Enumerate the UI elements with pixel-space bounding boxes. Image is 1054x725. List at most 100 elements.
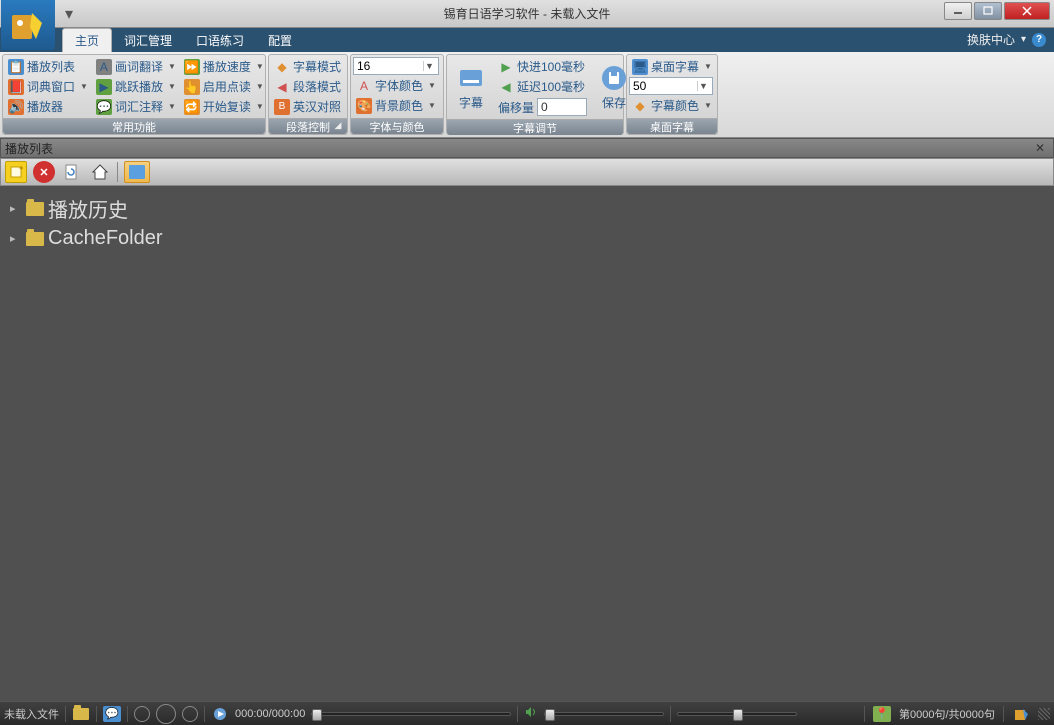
refresh-button[interactable] bbox=[61, 161, 83, 183]
label: 跳跃播放 bbox=[115, 78, 163, 95]
font-size-combo[interactable]: 16▼ bbox=[353, 57, 439, 75]
separator bbox=[864, 706, 865, 722]
play-icon[interactable] bbox=[156, 704, 176, 724]
btn-dictionary[interactable]: 📕词典窗口▼ bbox=[5, 77, 91, 96]
tab-vocabulary[interactable]: 词汇管理 bbox=[112, 29, 184, 52]
btn-delay-100ms[interactable]: ◀延迟100毫秒 bbox=[495, 77, 590, 96]
offset-input[interactable] bbox=[537, 98, 587, 116]
btn-font-color[interactable]: A字体颜色▼ bbox=[353, 76, 441, 95]
panel-close-icon[interactable]: ✕ bbox=[1035, 141, 1049, 155]
group-label-common: 常用功能 bbox=[3, 118, 265, 134]
btn-word-translate[interactable]: A画词翻译▼ bbox=[93, 57, 179, 76]
btn-playlist[interactable]: 📋播放列表 bbox=[5, 57, 91, 76]
expand-icon[interactable]: ▸ bbox=[10, 232, 22, 245]
expand-icon[interactable]: ▸ bbox=[10, 202, 22, 215]
tab-config[interactable]: 配置 bbox=[256, 29, 304, 52]
btn-desktop-subtitle[interactable]: 🖥桌面字幕▼ bbox=[629, 57, 715, 76]
btn-play-speed[interactable]: ⏩播放速度▼ bbox=[181, 57, 267, 76]
marker-status-icon[interactable]: 📍 bbox=[873, 706, 891, 722]
svg-text:✦: ✦ bbox=[18, 165, 23, 173]
chevron-down-icon: ▼ bbox=[697, 81, 709, 91]
panel-header: 播放列表 ✕ bbox=[0, 138, 1054, 158]
tab-home[interactable]: 主页 bbox=[62, 28, 112, 52]
label: 英汉对照 bbox=[293, 98, 341, 115]
app-logo bbox=[1, 0, 55, 50]
label: 延迟100毫秒 bbox=[517, 78, 585, 95]
folder-status-icon[interactable] bbox=[72, 706, 90, 722]
separator bbox=[1003, 706, 1004, 722]
volume-slider[interactable] bbox=[544, 712, 664, 716]
btn-player[interactable]: 🔊播放器 bbox=[5, 97, 91, 116]
minimize-button[interactable] bbox=[944, 2, 972, 20]
label: 字体颜色 bbox=[375, 77, 423, 94]
media-status-icon[interactable] bbox=[211, 706, 229, 722]
quick-access-toolbar: ▾ bbox=[60, 6, 78, 22]
offset-label: 偏移量 bbox=[498, 99, 534, 116]
help-icon[interactable]: ? bbox=[1032, 33, 1046, 47]
delete-button[interactable]: ✕ bbox=[33, 161, 55, 183]
resize-grip[interactable] bbox=[1038, 708, 1050, 720]
btn-playlist-label: 播放列表 bbox=[27, 58, 75, 75]
chevron-down-icon: ▼ bbox=[168, 62, 176, 71]
tree-item-history[interactable]: ▸ 播放历史 bbox=[10, 192, 1044, 225]
tree-item-cache[interactable]: ▸ CacheFolder bbox=[10, 225, 1044, 252]
btn-enable-click-read[interactable]: 👆启用点读▼ bbox=[181, 77, 267, 96]
label: 快进100毫秒 bbox=[517, 58, 585, 75]
panel-toolbar: ✦ ✕ bbox=[0, 158, 1054, 186]
app-mini-icon[interactable] bbox=[1012, 706, 1030, 722]
btn-subtitle[interactable]: 字幕 bbox=[449, 57, 493, 117]
btn-player-label: 播放器 bbox=[27, 98, 63, 115]
speed-slider[interactable] bbox=[677, 712, 797, 716]
label: 字幕 bbox=[459, 94, 483, 111]
new-item-button[interactable]: ✦ bbox=[5, 161, 27, 183]
btn-subtitle-mode[interactable]: ◆字幕模式 bbox=[271, 57, 344, 76]
ribbon-group-font-color: 16▼ A字体颜色▼ 🎨背景颜色▼ 字体与颜色 bbox=[350, 54, 444, 135]
skin-center-link[interactable]: 换肤中心 bbox=[967, 31, 1015, 48]
play-prev-icon[interactable] bbox=[134, 706, 150, 722]
window-controls bbox=[944, 2, 1050, 20]
qat-dropdown-icon[interactable]: ▾ bbox=[60, 6, 78, 22]
ribbon-group-paragraph: ◆字幕模式 ◀段落模式 B英汉对照 段落控制◢ bbox=[268, 54, 348, 135]
separator bbox=[127, 706, 128, 722]
title-bar: ▾ 锡育日语学习软件 - 未载入文件 bbox=[0, 0, 1054, 28]
folder-icon bbox=[26, 232, 44, 246]
home-button[interactable] bbox=[89, 161, 111, 183]
ribbon: 📋播放列表 📕词典窗口▼ 🔊播放器 A画词翻译▼ ▶跳跃播放▼ 💬词汇注释▼ ⏩… bbox=[0, 52, 1054, 138]
group-launcher-icon[interactable]: ◢ bbox=[332, 120, 344, 132]
btn-start-repeat[interactable]: 🔁开始复读▼ bbox=[181, 97, 267, 116]
chat-status-icon[interactable]: 💬 bbox=[103, 706, 121, 722]
chevron-down-icon: ▼ bbox=[168, 82, 176, 91]
tree-label: 播放历史 bbox=[48, 194, 128, 223]
close-button[interactable] bbox=[1004, 2, 1050, 20]
desktop-size-combo[interactable]: 50▼ bbox=[629, 77, 713, 95]
separator bbox=[670, 706, 671, 722]
label: 保存 bbox=[602, 94, 626, 111]
skin-dropdown-icon[interactable]: ▾ bbox=[1021, 34, 1026, 45]
btn-subtitle-color[interactable]: ◆字幕颜色▼ bbox=[629, 96, 715, 115]
btn-paragraph-mode[interactable]: ◀段落模式 bbox=[271, 77, 344, 96]
progress-slider[interactable] bbox=[311, 712, 511, 716]
play-next-icon[interactable] bbox=[182, 706, 198, 722]
label: 背景颜色 bbox=[375, 97, 423, 114]
label: 段落模式 bbox=[293, 78, 341, 95]
label: 开始复读 bbox=[203, 98, 251, 115]
chevron-down-icon: ▼ bbox=[80, 82, 88, 91]
tab-speaking[interactable]: 口语练习 bbox=[184, 29, 256, 52]
offset-row: 偏移量 bbox=[495, 97, 590, 117]
volume-icon[interactable] bbox=[524, 705, 538, 722]
label: 画词翻译 bbox=[115, 58, 163, 75]
btn-dictionary-label: 词典窗口 bbox=[27, 78, 75, 95]
btn-bilingual[interactable]: B英汉对照 bbox=[271, 97, 344, 116]
ribbon-group-common: 📋播放列表 📕词典窗口▼ 🔊播放器 A画词翻译▼ ▶跳跃播放▼ 💬词汇注释▼ ⏩… bbox=[2, 54, 266, 135]
btn-vocab-note[interactable]: 💬词汇注释▼ bbox=[93, 97, 179, 116]
menu-tabs: 主页 词汇管理 口语练习 配置 换肤中心 ▾ ? bbox=[0, 28, 1054, 52]
status-time: 000:00/000:00 bbox=[235, 708, 305, 720]
btn-jump-play[interactable]: ▶跳跃播放▼ bbox=[93, 77, 179, 96]
chevron-down-icon: ▼ bbox=[256, 102, 264, 111]
btn-forward-100ms[interactable]: ▶快进100毫秒 bbox=[495, 57, 590, 76]
maximize-button[interactable] bbox=[974, 2, 1002, 20]
chevron-down-icon: ▼ bbox=[704, 101, 712, 110]
view-toggle-button[interactable] bbox=[124, 161, 150, 183]
status-file: 未载入文件 bbox=[4, 706, 59, 722]
btn-bg-color[interactable]: 🎨背景颜色▼ bbox=[353, 96, 441, 115]
